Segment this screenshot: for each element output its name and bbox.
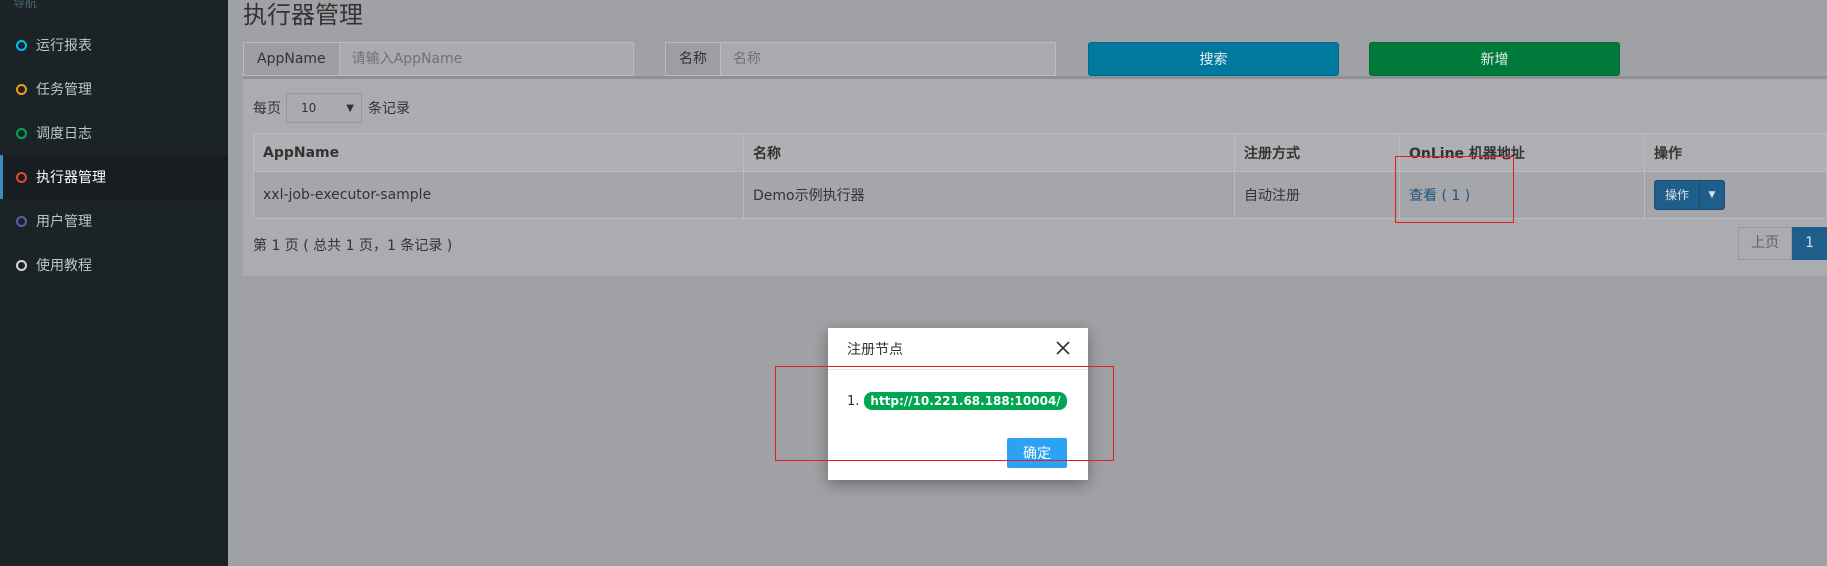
table-info: 第 1 页 ( 总共 1 页，1 条记录 ) [253,238,453,254]
sidebar-item-label: 使用教程 [36,258,92,274]
cell-operation: 操作 ▼ [1644,171,1827,219]
circle-icon [16,83,27,95]
page-title: 执行器管理 [243,1,363,29]
pagination: 上页 1 [1738,227,1827,260]
sidebar-item-label: 用户管理 [36,214,92,230]
cell-reg-type: 自动注册 [1234,171,1400,219]
sidebar-item-logs[interactable]: 调度日志 [0,111,228,155]
column-header-appname[interactable]: AppName [253,133,744,172]
circle-icon [16,215,27,227]
name-label: 名称 [666,43,721,75]
current-page-button[interactable]: 1 [1792,227,1827,260]
sidebar-item-executors[interactable]: 执行器管理 [0,155,228,199]
sidebar-item-label: 任务管理 [36,82,92,98]
operation-dropdown-button[interactable]: 操作 ▼ [1654,180,1726,210]
circle-icon [16,127,27,139]
cell-appname: xxl-job-executor-sample [253,171,744,219]
table-header-row: AppName 名称 注册方式 OnLine 机器地址 操作 [253,133,1827,172]
sidebar-item-label: 调度日志 [36,126,92,142]
annotation-highlight-dialog [775,366,1114,461]
sidebar-item-help[interactable]: 使用教程 [0,243,228,287]
page-length-suffix: 条记录 [368,101,410,117]
cell-name: Demo示例执行器 [743,171,1235,219]
circle-icon [16,39,27,51]
nav-header: 导航 [13,0,38,10]
column-header-name[interactable]: 名称 [743,133,1235,172]
name-filter: 名称 [665,42,1056,76]
sidebar-item-label: 执行器管理 [36,170,106,186]
column-header-reg-type[interactable]: 注册方式 [1234,133,1400,172]
dialog-title: 注册节点 [847,341,903,358]
close-icon[interactable] [1054,339,1072,357]
table-row: xxl-job-executor-sample Demo示例执行器 自动注册 查… [253,171,1827,219]
dialog-header: 注册节点 [828,328,1088,370]
chevron-down-icon[interactable]: ▼ [1700,181,1724,209]
main-content: 执行器管理 AppName 名称 搜索 新增 每页 10 ▼ 条记录 AppNa… [228,0,1827,566]
sidebar: 导航 运行报表 任务管理 调度日志 执行器管理 用户管理 使用教程 [0,0,228,566]
page-length-select[interactable]: 10 ▼ [286,93,362,123]
annotation-highlight-online [1395,156,1514,223]
executor-table: AppName 名称 注册方式 OnLine 机器地址 操作 xxl-job-e… [253,133,1827,219]
search-button[interactable]: 搜索 [1088,42,1339,76]
executor-list-box: 每页 10 ▼ 条记录 AppName 名称 注册方式 OnLine 机器地址 … [243,76,1827,276]
sidebar-item-label: 运行报表 [36,38,92,54]
column-header-operation: 操作 [1644,133,1827,172]
appname-filter: AppName [243,42,634,76]
sidebar-item-jobs[interactable]: 任务管理 [0,67,228,111]
page-length-value: 10 [301,101,317,115]
prev-page-button[interactable]: 上页 [1738,227,1793,260]
sidebar-item-users[interactable]: 用户管理 [0,199,228,243]
chevron-down-icon: ▼ [346,103,354,114]
name-input[interactable] [721,43,1055,75]
circle-icon [16,171,27,183]
sidebar-item-dashboard[interactable]: 运行报表 [0,23,228,67]
operation-button-label: 操作 [1655,181,1701,209]
page-length-prefix: 每页 [253,101,281,117]
appname-label: AppName [244,43,340,75]
circle-icon [16,259,27,271]
appname-input[interactable] [339,43,633,75]
page-length-control: 每页 10 ▼ 条记录 [253,93,410,123]
add-button[interactable]: 新增 [1369,42,1620,76]
